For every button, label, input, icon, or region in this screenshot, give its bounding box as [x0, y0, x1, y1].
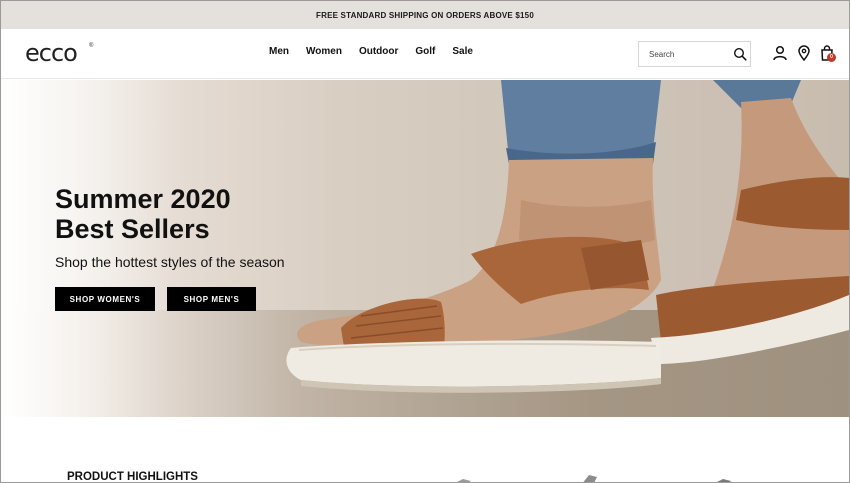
- shop-womens-button[interactable]: SHOP WOMEN'S: [55, 287, 155, 311]
- nav-women[interactable]: Women: [306, 46, 342, 57]
- ecco-logo[interactable]: ecco ®: [25, 41, 93, 65]
- search-input[interactable]: [649, 48, 729, 61]
- hero-title: Summer 2020 Best Sellers: [55, 184, 231, 244]
- nav-sale[interactable]: Sale: [452, 46, 473, 57]
- hero-subtitle: Shop the hottest styles of the season: [55, 254, 285, 270]
- nav-golf[interactable]: Golf: [415, 46, 435, 57]
- search-icon[interactable]: [733, 47, 747, 61]
- hero-banner[interactable]: Summer 2020 Best Sellers Shop the hottes…: [1, 80, 849, 417]
- promo-banner: FREE STANDARD SHIPPING ON ORDERS ABOVE $…: [1, 1, 849, 29]
- store-locator-icon[interactable]: [796, 45, 812, 61]
- shop-mens-button[interactable]: SHOP MEN'S: [167, 287, 256, 311]
- site-header: ecco ® Men Women Outdoor Golf Sale: [1, 29, 849, 79]
- logo-text: ecco: [25, 39, 78, 67]
- hero-title-line-1: Summer 2020: [55, 184, 231, 214]
- nav-outdoor[interactable]: Outdoor: [359, 46, 398, 57]
- nav-men[interactable]: Men: [269, 46, 289, 57]
- account-icon[interactable]: [772, 45, 788, 61]
- search-box: [638, 41, 751, 67]
- registered-mark: ®: [89, 43, 94, 49]
- hero-sandal-image: [286, 80, 849, 393]
- main-nav: Men Women Outdoor Golf Sale: [269, 46, 490, 57]
- product-peek-images: [457, 475, 731, 482]
- cart-count-badge: 0: [827, 53, 836, 62]
- promo-text: FREE STANDARD SHIPPING ON ORDERS ABOVE $…: [316, 10, 534, 20]
- hero-title-line-2: Best Sellers: [55, 214, 210, 244]
- page-frame: FREE STANDARD SHIPPING ON ORDERS ABOVE $…: [0, 0, 850, 483]
- product-highlights-heading: PRODUCT HIGHLIGHTS: [67, 471, 198, 483]
